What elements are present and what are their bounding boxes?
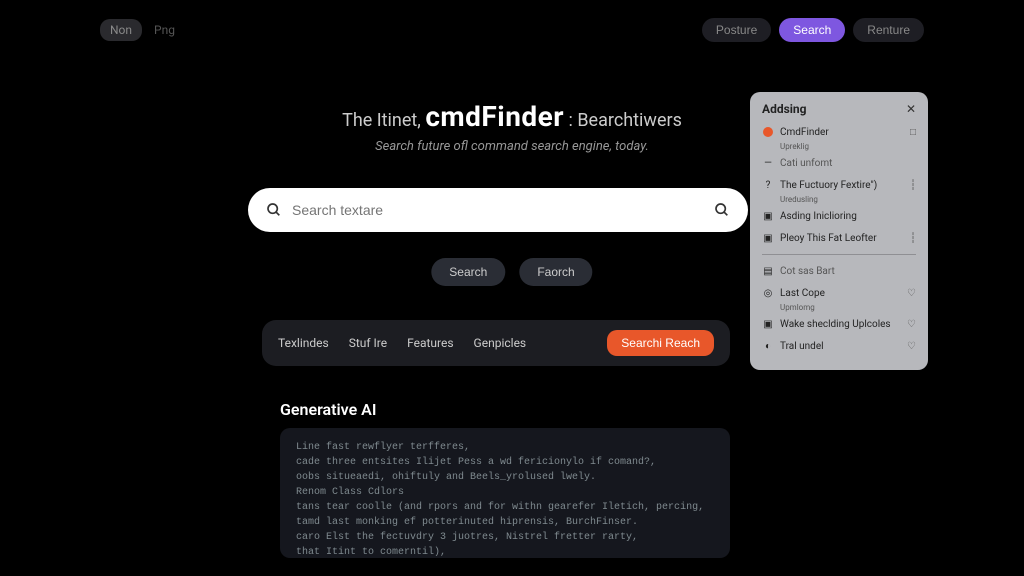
- brand: cmdFinder: [425, 100, 564, 133]
- panel-item-icon: ◐: [762, 340, 774, 352]
- nav-right: Posture Search Renture: [702, 18, 924, 42]
- panel-item[interactable]: ▣ Pleoy This Fat Leofter ┆: [762, 228, 916, 248]
- category-stuf ire[interactable]: Stuf Ire: [349, 336, 387, 350]
- search-bar[interactable]: [248, 188, 748, 232]
- panel-item-trail-icon: ♡: [907, 341, 916, 352]
- hero: The Itinet, cmdFinder : Bearchtiwers Sea…: [262, 100, 762, 154]
- panel-item-label: The Fuctuory Fextire"): [780, 180, 904, 191]
- panel-item-icon: —: [762, 157, 774, 169]
- panel-item-label: Tral undel: [780, 341, 901, 352]
- search-icon-right[interactable]: [714, 202, 730, 218]
- panel-item-label: Asding Iniclioring: [780, 211, 916, 222]
- panel-item-icon: ▤: [762, 265, 774, 277]
- panel-item-icon: ▣: [762, 210, 774, 222]
- action-search[interactable]: Search: [431, 258, 505, 286]
- panel-item-label: Pleoy This Fat Leofter: [780, 233, 904, 244]
- category-bar: Texlindes Stuf Ire Features Genpicles Search…: [262, 320, 730, 366]
- divider: [762, 254, 916, 255]
- panel-item-trail-icon: ┆: [910, 233, 916, 244]
- close-icon[interactable]: ✕: [906, 102, 916, 116]
- panel-item[interactable]: ▤ Cot sas Bart: [762, 261, 916, 281]
- panel-title: Addsing: [762, 102, 807, 116]
- panel-item-label: Last Cope: [780, 288, 901, 299]
- nav-btn-posture[interactable]: Posture: [702, 18, 771, 42]
- panel-item-sub: Upreklig: [780, 142, 916, 151]
- panel-item[interactable]: ◎ Last Cope ♡: [762, 283, 916, 303]
- nav-btn-search[interactable]: Search: [779, 18, 845, 42]
- category-features[interactable]: Features: [407, 336, 453, 350]
- category-cta[interactable]: Searchi Reach: [607, 330, 714, 356]
- generative-ai-label: Generative AI: [280, 400, 376, 419]
- panel-item[interactable]: CmdFinder □: [762, 122, 916, 142]
- panel-item-sub: Upmlomg: [780, 303, 916, 312]
- panel-item-label: Wake sheclding Uplcoles: [780, 319, 901, 330]
- panel-item-icon: ▣: [762, 318, 774, 330]
- panel-item-label: Cot sas Bart: [780, 266, 916, 277]
- hero-subtitle: Search future ofl command search engine,…: [262, 139, 762, 154]
- nav-btn-renture[interactable]: Renture: [853, 18, 924, 42]
- panel-item-icon: ▣: [762, 232, 774, 244]
- action-faorch[interactable]: Faorch: [519, 258, 592, 286]
- nav-pill-left[interactable]: Non: [100, 19, 142, 41]
- panel-item-label: CmdFinder: [780, 127, 904, 138]
- search-icon: [266, 202, 282, 218]
- panel-item-trail-icon: ♡: [907, 288, 916, 299]
- panel-item-trail-icon: □: [910, 127, 916, 138]
- panel-item-icon: ◎: [762, 287, 774, 299]
- search-input[interactable]: [292, 202, 704, 218]
- category-texlindes[interactable]: Texlindes: [278, 336, 329, 350]
- panel-item-trail-icon: ♡: [907, 319, 916, 330]
- action-row: Search Faorch: [431, 258, 592, 286]
- panel-item-label: Cati unfomt: [780, 158, 916, 169]
- panel-item[interactable]: ? The Fuctuory Fextire") ┆: [762, 175, 916, 195]
- panel-item-trail-icon: ┆: [910, 180, 916, 191]
- panel-item[interactable]: ▣ Wake sheclding Uplcoles ♡: [762, 314, 916, 334]
- hero-title: The Itinet, cmdFinder : Bearchtiwers: [262, 100, 762, 133]
- panel-item-icon: [762, 126, 774, 138]
- side-panel: Addsing ✕ CmdFinder □ Upreklig — Cati unfomt…: [750, 92, 928, 370]
- panel-item[interactable]: ▣ Asding Iniclioring: [762, 206, 916, 226]
- panel-item[interactable]: — Cati unfomt: [762, 153, 916, 173]
- category-genpicles[interactable]: Genpicles: [474, 336, 527, 350]
- nav-plain-left[interactable]: Png: [148, 19, 181, 41]
- panel-list: CmdFinder □ Upreklig — Cati unfomt? The Fuctu…: [762, 122, 916, 356]
- panel-item[interactable]: ◐ Tral undel ♡: [762, 336, 916, 356]
- code-preview: Line fast rewflyer terfferes, cade three…: [280, 428, 730, 558]
- panel-item-icon: ?: [762, 179, 774, 191]
- panel-item-sub: Uredusling: [780, 195, 916, 204]
